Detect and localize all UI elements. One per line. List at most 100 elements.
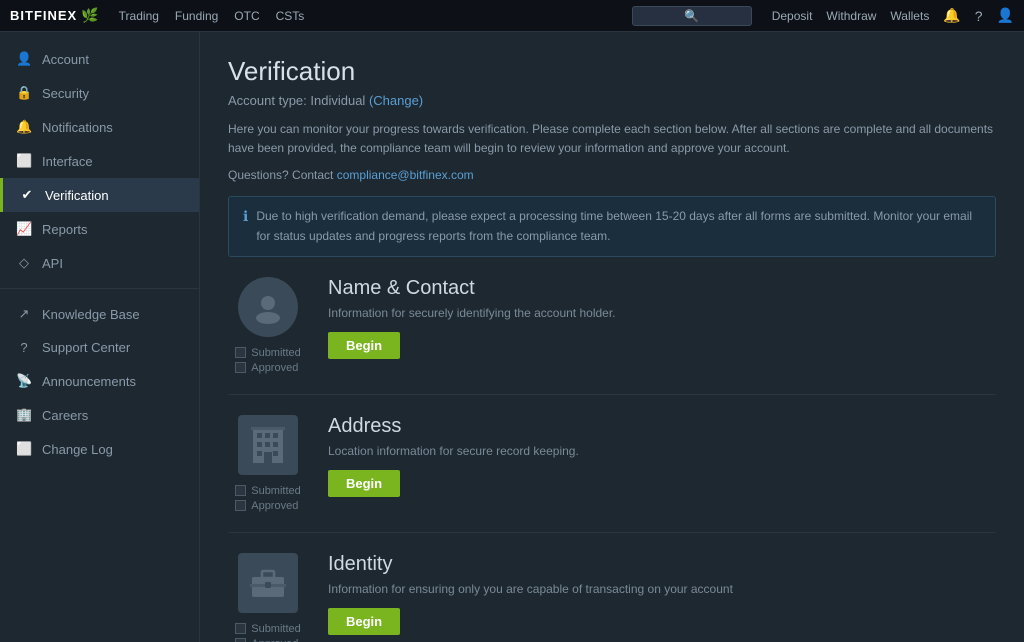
sidebar-item-label: Interface <box>42 154 93 169</box>
sidebar-item-verification[interactable]: ✔ Verification <box>0 178 199 212</box>
interface-icon: ⬜ <box>16 153 32 169</box>
sidebar-item-interface[interactable]: ⬜ Interface <box>0 144 199 178</box>
account-icon: 👤 <box>16 51 32 67</box>
sidebar-item-label: Announcements <box>42 374 136 389</box>
page-description: Here you can monitor your progress towar… <box>228 120 996 158</box>
sidebar-item-support[interactable]: ? Support Center <box>0 331 199 364</box>
identity-approved-row: Approved <box>235 638 301 642</box>
sidebar-main-section: 👤 Account 🔒 Security 🔔 Notifications ⬜ I… <box>0 42 199 280</box>
topnav-links: Trading Funding OTC CSTs <box>119 9 632 23</box>
identity-title: Identity <box>328 553 996 576</box>
sidebar-item-notifications[interactable]: 🔔 Notifications <box>0 110 199 144</box>
announcements-icon: 📡 <box>16 373 32 389</box>
address-icon-area: Submitted Approved <box>228 415 308 512</box>
notifications-icon: 🔔 <box>16 119 32 135</box>
sidebar-item-label: Verification <box>45 188 109 203</box>
identity-content: Identity Information for ensuring only y… <box>328 553 996 635</box>
topnav-right: Deposit Withdraw Wallets 🔔 ? 👤 <box>772 7 1014 24</box>
identity-approved-label: Approved <box>251 638 298 642</box>
name-contact-desc: Information for securely identifying the… <box>328 306 996 320</box>
address-content: Address Location information for secure … <box>328 415 996 497</box>
sidebar-item-careers[interactable]: 🏢 Careers <box>0 398 199 432</box>
address-submitted-checkbox[interactable] <box>235 485 246 496</box>
address-approved-checkbox[interactable] <box>235 500 246 511</box>
identity-icon-area: Submitted Approved <box>228 553 308 642</box>
sidebar-divider <box>0 288 199 289</box>
external-link-icon: ↗ <box>16 306 32 322</box>
layout: 👤 Account 🔒 Security 🔔 Notifications ⬜ I… <box>0 32 1024 642</box>
page-title: Verification <box>228 56 996 87</box>
sidebar-item-label: Support Center <box>42 340 130 355</box>
sidebar-item-label: Notifications <box>42 120 113 135</box>
sidebar-item-security[interactable]: 🔒 Security <box>0 76 199 110</box>
identity-submitted-checkbox[interactable] <box>235 623 246 634</box>
security-icon: 🔒 <box>16 85 32 101</box>
submitted-checkbox-row: Submitted <box>235 347 301 359</box>
support-icon: ? <box>16 340 32 355</box>
change-link[interactable]: (Change) <box>369 93 423 108</box>
nav-csts[interactable]: CSTs <box>276 9 305 23</box>
account-type-line: Account type: Individual (Change) <box>228 93 996 108</box>
account-type-text: Account type: Individual <box>228 93 365 108</box>
help-icon[interactable]: ? <box>975 8 983 24</box>
approved-label: Approved <box>251 362 298 374</box>
sidebar-item-reports[interactable]: 📈 Reports <box>0 212 199 246</box>
sidebar: 👤 Account 🔒 Security 🔔 Notifications ⬜ I… <box>0 32 200 642</box>
nav-otc[interactable]: OTC <box>234 9 259 23</box>
identity-briefcase-icon <box>238 553 298 613</box>
identity-submitted-label: Submitted <box>251 623 301 635</box>
address-section: Submitted Approved Address Location info… <box>228 415 996 533</box>
nav-trading[interactable]: Trading <box>119 9 159 23</box>
api-icon: ◇ <box>16 255 32 271</box>
identity-begin-button[interactable]: Begin <box>328 608 400 635</box>
identity-section: Submitted Approved Identity Information … <box>228 553 996 642</box>
bell-icon[interactable]: 🔔 <box>943 7 960 24</box>
sidebar-secondary-section: ↗ Knowledge Base ? Support Center 📡 Anno… <box>0 297 199 466</box>
sidebar-item-label: Careers <box>42 408 88 423</box>
name-contact-title: Name & Contact <box>328 277 996 300</box>
verification-icon: ✔ <box>19 187 35 203</box>
info-banner-text: Due to high verification demand, please … <box>256 207 981 245</box>
submitted-checkbox[interactable] <box>235 347 246 358</box>
changelog-icon: ⬜ <box>16 441 32 457</box>
address-building-icon <box>238 415 298 475</box>
name-contact-avatar-icon <box>238 277 298 337</box>
sidebar-item-label: Account <box>42 52 89 67</box>
sidebar-item-account[interactable]: 👤 Account <box>0 42 199 76</box>
logo-text: BITFINEX <box>10 8 77 23</box>
nav-withdraw[interactable]: Withdraw <box>826 9 876 23</box>
address-approved-row: Approved <box>235 500 301 512</box>
approved-checkbox[interactable] <box>235 362 246 373</box>
sidebar-item-announcements[interactable]: 📡 Announcements <box>0 364 199 398</box>
nav-funding[interactable]: Funding <box>175 9 218 23</box>
sidebar-item-api[interactable]: ◇ API <box>0 246 199 280</box>
name-contact-icon-area: Submitted Approved <box>228 277 308 374</box>
main-content: Verification Account type: Individual (C… <box>200 32 1024 642</box>
contact-email[interactable]: compliance@bitfinex.com <box>337 168 474 182</box>
topnav: BITFINEX 🌿 Trading Funding OTC CSTs 🔍 De… <box>0 0 1024 32</box>
sidebar-item-knowledge-base[interactable]: ↗ Knowledge Base <box>0 297 199 331</box>
identity-approved-checkbox[interactable] <box>235 638 246 642</box>
sidebar-item-changelog[interactable]: ⬜ Change Log <box>0 432 199 466</box>
sidebar-item-label: Security <box>42 86 89 101</box>
user-icon[interactable]: 👤 <box>997 7 1014 24</box>
identity-submitted-row: Submitted <box>235 623 301 635</box>
search-icon: 🔍 <box>684 9 699 23</box>
reports-icon: 📈 <box>16 221 32 237</box>
address-submitted-label: Submitted <box>251 485 301 497</box>
search-box[interactable]: 🔍 <box>632 6 752 26</box>
address-title: Address <box>328 415 996 438</box>
submitted-label: Submitted <box>251 347 301 359</box>
sidebar-item-label: Change Log <box>42 442 113 457</box>
approved-checkbox-row: Approved <box>235 362 301 374</box>
nav-deposit[interactable]: Deposit <box>772 9 813 23</box>
address-begin-button[interactable]: Begin <box>328 470 400 497</box>
logo: BITFINEX 🌿 <box>10 7 99 24</box>
nav-wallets[interactable]: Wallets <box>890 9 929 23</box>
sidebar-item-label: Reports <box>42 222 88 237</box>
identity-checkboxes: Submitted Approved <box>235 623 301 642</box>
info-banner: ℹ Due to high verification demand, pleas… <box>228 196 996 256</box>
sidebar-item-label: API <box>42 256 63 271</box>
name-contact-begin-button[interactable]: Begin <box>328 332 400 359</box>
sidebar-item-label: Knowledge Base <box>42 307 140 322</box>
